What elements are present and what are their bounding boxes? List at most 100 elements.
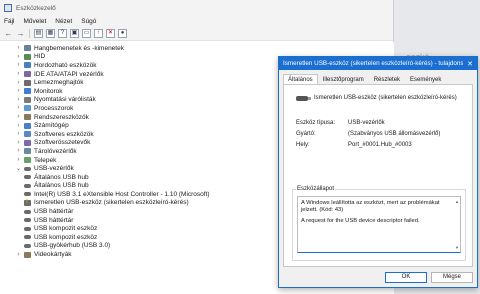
tree-label: IDE ATA/ATAPI vezérlők bbox=[34, 70, 104, 78]
tree-label: Ismeretlen USB-eszköz (sikertelen eszköz… bbox=[34, 199, 189, 207]
prop-manufacturer: Gyártó: (Szabványos USB állomásvezérlő) bbox=[296, 131, 441, 137]
tree-label: Lemezmeghajtók bbox=[34, 79, 84, 87]
scroll-up-icon[interactable]: ▲ bbox=[455, 198, 459, 205]
tree-label: USB-gyökérhub (USB 3.0) bbox=[34, 242, 111, 250]
chevron-right-icon[interactable]: › bbox=[15, 97, 22, 103]
chevron-right-icon[interactable]: › bbox=[15, 71, 22, 77]
chevron-right-icon[interactable]: › bbox=[15, 105, 22, 111]
tree-label: Telepek bbox=[34, 156, 57, 164]
menu-file[interactable]: Fájl bbox=[4, 18, 14, 25]
prop-location: Hely: Port_#0001.Hub_#0003 bbox=[296, 142, 412, 148]
chevron-right-icon[interactable]: › bbox=[15, 54, 22, 60]
usb-warning-icon bbox=[24, 199, 31, 206]
tree-label: Hordozható eszközök bbox=[34, 61, 97, 69]
device-status-textbox[interactable]: A Windows leállította az eszközt, mert a… bbox=[297, 196, 461, 253]
device-manager-icon bbox=[4, 4, 12, 12]
chevron-right-icon[interactable]: › bbox=[15, 62, 22, 68]
menu-help[interactable]: Súgó bbox=[81, 18, 96, 25]
chevron-right-icon[interactable]: › bbox=[15, 148, 22, 154]
tree-label: USB kompozit eszköz bbox=[34, 225, 98, 233]
hid-icon bbox=[24, 53, 31, 60]
chevron-right-icon[interactable]: › bbox=[15, 80, 22, 86]
tree-label: Szoftverösszetevők bbox=[34, 139, 91, 147]
tree-label: Videokártyák bbox=[34, 251, 72, 259]
general-panel: Ismeretlen USB-eszköz (sikertelen eszköz… bbox=[283, 84, 473, 267]
ok-button[interactable]: OK bbox=[385, 272, 427, 283]
menu-action[interactable]: Művelet bbox=[23, 18, 46, 25]
scroll-down-icon[interactable]: ▼ bbox=[455, 244, 459, 251]
status-line-1: A Windows leállította az eszközt, mert a… bbox=[301, 200, 440, 213]
software-component-icon bbox=[24, 139, 31, 146]
tree-label: Rendszereszközök bbox=[34, 113, 89, 121]
monitor-icon bbox=[24, 88, 31, 95]
software-device-icon bbox=[24, 131, 31, 138]
close-icon[interactable]: ✕ bbox=[463, 60, 477, 68]
remove-device-icon[interactable]: ✕ bbox=[106, 29, 115, 38]
usb-icon bbox=[24, 175, 31, 180]
device-header: Ismeretlen USB-eszköz (sikertelen eszköz… bbox=[296, 95, 457, 101]
chevron-right-icon[interactable]: › bbox=[15, 45, 22, 51]
tree-label: Monitorok bbox=[34, 87, 63, 95]
usb-icon bbox=[24, 209, 31, 214]
scan-hardware-icon[interactable]: ● bbox=[118, 29, 127, 38]
tree-label: USB háttértár bbox=[34, 208, 74, 216]
tree-category[interactable]: › Hangbemenetek és -kimenetek bbox=[0, 44, 394, 53]
chevron-right-icon[interactable]: › bbox=[15, 140, 22, 146]
chevron-right-icon[interactable]: › bbox=[15, 252, 22, 258]
display-adapter-icon bbox=[24, 251, 31, 258]
storage-controller-icon bbox=[24, 148, 31, 155]
prop-device-type: Eszköz típusa: USB-vezérlők bbox=[296, 120, 385, 126]
device-status-group: A Windows leállította az eszközt, mert a… bbox=[292, 189, 466, 261]
usb-icon bbox=[24, 192, 31, 197]
properties-dialog: Ismeretlen USB-eszköz (sikertelen eszköz… bbox=[278, 56, 478, 288]
usb-icon bbox=[24, 226, 31, 231]
chevron-down-icon[interactable]: ⌄ bbox=[15, 165, 22, 172]
window-title: Eszközkezelő bbox=[16, 4, 56, 12]
tree-label: Hangbemenetek és -kimenetek bbox=[34, 44, 124, 52]
chevron-right-icon[interactable]: › bbox=[15, 157, 22, 163]
tree-label: HID bbox=[34, 53, 46, 61]
forward-arrow-icon[interactable]: → bbox=[16, 29, 25, 38]
chevron-right-icon[interactable]: › bbox=[15, 131, 22, 137]
view-icon[interactable]: ▣ bbox=[70, 29, 79, 38]
status-scrollbar[interactable]: ▲ ▼ bbox=[455, 198, 459, 251]
chevron-right-icon[interactable]: › bbox=[15, 123, 22, 129]
title-bar: Eszközkezelő bbox=[0, 0, 393, 16]
dialog-title: Ismeretlen USB-eszköz (sikertelen eszköz… bbox=[283, 60, 463, 67]
device-name: Ismeretlen USB-eszköz (sikertelen eszköz… bbox=[314, 95, 457, 101]
show-hide-tree-icon[interactable]: ▤ bbox=[34, 29, 43, 38]
status-line-2: A request for the USB device descriptor … bbox=[301, 218, 420, 224]
chevron-right-icon[interactable]: › bbox=[15, 88, 22, 94]
chevron-right-icon[interactable]: › bbox=[15, 114, 22, 120]
device-status-label: Eszközállapot bbox=[296, 186, 336, 192]
battery-icon bbox=[24, 157, 31, 164]
tree-label: Nyomtatási várólisták bbox=[34, 96, 96, 104]
tree-label: Szoftveres eszközök bbox=[34, 130, 94, 138]
help-icon[interactable]: ? bbox=[58, 29, 67, 38]
computer-icon[interactable]: ▭ bbox=[82, 29, 91, 38]
usb-icon bbox=[24, 235, 31, 240]
tree-label: Processzorok bbox=[34, 104, 74, 112]
menu-view[interactable]: Nézet bbox=[55, 18, 72, 25]
tree-label: Számítógép bbox=[34, 122, 69, 130]
usb-icon bbox=[24, 243, 31, 248]
tree-label: Intel(R) USB 3.1 eXtensible Host Control… bbox=[34, 190, 210, 198]
tree-label: USB háttértár bbox=[34, 216, 74, 224]
properties-icon[interactable]: ▦ bbox=[46, 29, 55, 38]
computer-icon bbox=[24, 122, 31, 129]
tree-label: USB-vezérlők bbox=[34, 165, 74, 173]
update-driver-icon[interactable]: ↑ bbox=[94, 29, 103, 38]
print-queue-icon bbox=[24, 96, 31, 103]
toolbar-separator bbox=[29, 29, 30, 38]
tree-label: USB kompozit eszköz bbox=[34, 233, 98, 241]
dialog-title-bar: Ismeretlen USB-eszköz (sikertelen eszköz… bbox=[279, 57, 477, 70]
back-arrow-icon[interactable]: ← bbox=[4, 29, 13, 38]
usb-device-icon bbox=[296, 95, 311, 101]
system-device-icon bbox=[24, 114, 31, 121]
portable-device-icon bbox=[24, 62, 31, 69]
speaker-icon bbox=[24, 45, 31, 52]
cancel-button[interactable]: Mégse bbox=[431, 272, 473, 283]
tree-label: Általános USB hub bbox=[34, 173, 89, 181]
usb-icon bbox=[24, 183, 31, 188]
processor-icon bbox=[24, 105, 31, 112]
